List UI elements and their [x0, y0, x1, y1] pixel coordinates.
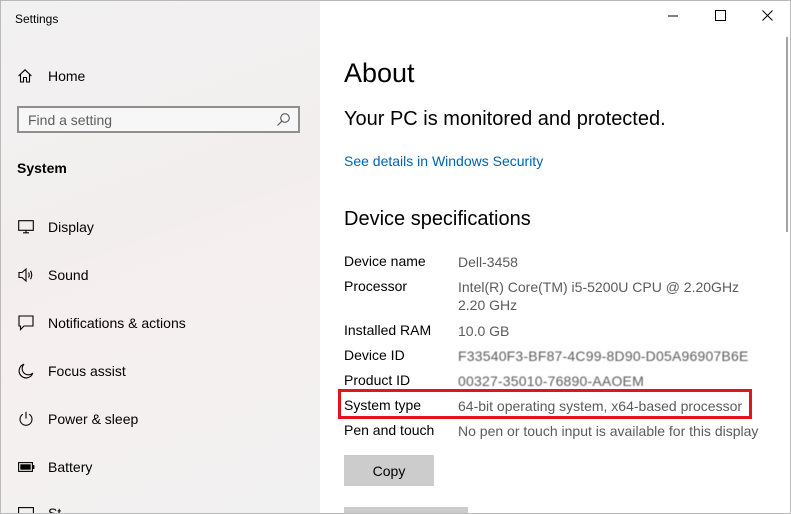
spec-label: Processor — [344, 278, 408, 294]
sidebar-section-title: System — [17, 160, 67, 176]
sidebar-item-label: Notifications & actions — [48, 315, 186, 331]
search-box[interactable] — [17, 106, 300, 133]
sidebar-item-label: Sound — [48, 267, 89, 283]
search-icon[interactable] — [276, 112, 291, 127]
system-type-highlight-box — [338, 389, 752, 419]
spec-value: 00327-35010-76890-AAOEM — [458, 373, 644, 389]
sidebar-home[interactable]: Home — [17, 65, 85, 87]
about-content: About Your PC is monitored and protected… — [344, 1, 774, 513]
spec-row-installed-ram: Installed RAM 10.0 GB — [344, 322, 774, 340]
rename-pc-button[interactable] — [344, 507, 468, 513]
spec-row-processor: Processor Intel(R) Core(TM) i5-5200U CPU… — [344, 278, 774, 314]
sidebar-item-focus-assist[interactable]: Focus assist — [1, 347, 320, 395]
device-specifications-heading: Device specifications — [344, 208, 531, 230]
protection-status: Your PC is monitored and protected. — [344, 108, 666, 130]
search-input[interactable] — [28, 111, 268, 128]
sidebar-item-label: St — [48, 505, 62, 514]
moon-icon — [17, 362, 35, 380]
window-title: Settings — [15, 12, 59, 26]
spec-row-device-name: Device name Dell-3458 — [344, 253, 774, 271]
settings-window: Settings Home System Display — [0, 0, 791, 514]
scrollbar-thumb[interactable] — [786, 37, 788, 232]
spec-label: Device name — [344, 253, 426, 269]
sidebar-item-display[interactable]: Display — [1, 203, 320, 251]
battery-icon — [17, 458, 35, 476]
home-icon — [17, 67, 35, 85]
spec-row-product-id: Product ID 00327-35010-76890-AAOEM — [344, 372, 774, 390]
spec-label: Installed RAM — [344, 322, 432, 338]
speaker-icon — [17, 266, 35, 284]
spec-row-pen-touch: Pen and touch No pen or touch input is a… — [344, 422, 774, 440]
page-title: About — [344, 58, 415, 88]
notification-icon — [17, 314, 35, 332]
display-icon — [17, 218, 35, 236]
sidebar-item-power-sleep[interactable]: Power & sleep — [1, 395, 320, 443]
sidebar-item-label: Focus assist — [48, 363, 126, 379]
power-icon — [17, 410, 35, 428]
sidebar: Settings Home System Display — [1, 1, 320, 513]
sidebar-item-sound[interactable]: Sound — [1, 251, 320, 299]
copy-button[interactable]: Copy — [344, 455, 434, 486]
spec-value: Dell-3458 — [458, 254, 518, 270]
storage-icon — [17, 503, 35, 513]
spec-value: No pen or touch input is available for t… — [458, 423, 759, 439]
sidebar-item-storage[interactable]: St — [1, 491, 320, 514]
sidebar-item-label: Power & sleep — [48, 411, 139, 427]
sidebar-home-label: Home — [48, 68, 86, 84]
spec-value: Intel(R) Core(TM) i5-5200U CPU @ 2.20GHz… — [458, 279, 740, 313]
sidebar-nav-list: Display Sound Notifications & actions Fo… — [1, 203, 320, 514]
sidebar-item-label: Display — [48, 219, 94, 235]
sidebar-item-notifications[interactable]: Notifications & actions — [1, 299, 320, 347]
spec-value: 10.0 GB — [458, 323, 510, 339]
sidebar-item-battery[interactable]: Battery — [1, 443, 320, 491]
windows-security-link[interactable]: See details in Windows Security — [344, 153, 543, 169]
sidebar-item-label: Battery — [48, 459, 93, 475]
spec-label: Pen and touch — [344, 422, 435, 438]
spec-label: Device ID — [344, 347, 405, 363]
spec-value: F33540F3-BF87-4C99-8D90-D05A96907B6E — [458, 348, 749, 364]
spec-label: Product ID — [344, 372, 411, 388]
spec-row-device-id: Device ID F33540F3-BF87-4C99-8D90-D05A96… — [344, 347, 774, 365]
